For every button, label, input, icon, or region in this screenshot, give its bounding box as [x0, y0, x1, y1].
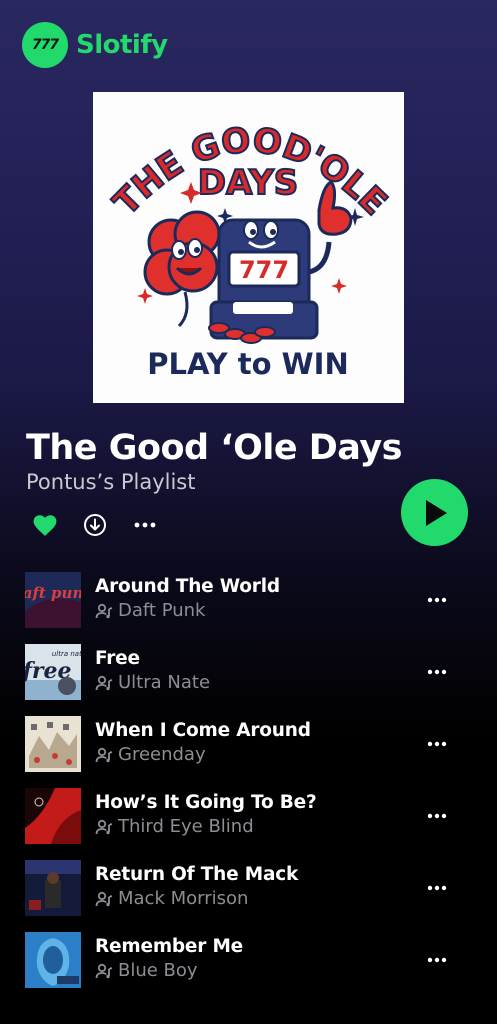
artist-icon: [95, 675, 113, 691]
cover-title-line2: DAYS: [198, 163, 298, 203]
download-icon: [84, 514, 106, 536]
artist-icon: [95, 891, 113, 907]
more-icon: [427, 957, 447, 963]
play-button[interactable]: [401, 479, 468, 546]
cover-illustration: THE GOOD'OLE DAYS 777 PLAY to WIN: [105, 119, 395, 381]
track-album-art: [25, 716, 81, 772]
cover-reels: 777: [239, 256, 289, 284]
cover-tagline: PLAY to WIN: [147, 347, 348, 381]
track-more-button[interactable]: [425, 594, 449, 606]
track-row[interactable]: free ultra naté Free Ultra Nate: [25, 644, 465, 716]
track-title: How’s It Going To Be?: [95, 792, 317, 813]
track-album-art: free ultra naté: [25, 644, 81, 700]
track-artist-row: Blue Boy: [95, 960, 243, 981]
album-art-text: daft punk: [25, 584, 81, 602]
track-artist[interactable]: Mack Morrison: [118, 888, 248, 909]
more-icon: [134, 522, 156, 528]
track-artist[interactable]: Greenday: [118, 744, 206, 765]
track-artist[interactable]: Blue Boy: [118, 960, 198, 981]
track-album-art: [25, 860, 81, 916]
track-album-art: daft punk: [25, 572, 81, 628]
track-more-button[interactable]: [425, 666, 449, 678]
track-more-button[interactable]: [425, 738, 449, 750]
track-album-art: [25, 932, 81, 988]
more-icon: [427, 741, 447, 747]
track-artist[interactable]: Ultra Nate: [118, 672, 210, 693]
more-icon: [427, 813, 447, 819]
track-more-button[interactable]: [425, 954, 449, 966]
track-artist-row: Third Eye Blind: [95, 816, 317, 837]
track-more-button[interactable]: [425, 882, 449, 894]
track-row[interactable]: daft punk Around The World Daft Punk: [25, 572, 465, 644]
album-art-subtext: ultra naté: [52, 650, 81, 658]
track-artist-row: Ultra Nate: [95, 672, 210, 693]
playlist-actions: [32, 512, 182, 538]
track-title: Free: [95, 648, 140, 669]
app-logo[interactable]: 777: [22, 22, 68, 68]
like-button[interactable]: [32, 512, 58, 538]
more-icon: [427, 669, 447, 675]
more-icon: [427, 885, 447, 891]
track-title: Return Of The Mack: [95, 864, 299, 885]
track-more-button[interactable]: [425, 810, 449, 822]
artist-icon: [95, 819, 113, 835]
track-artist-row: Daft Punk: [95, 600, 280, 621]
track-title: Remember Me: [95, 936, 244, 957]
playlist-title: The Good ‘Ole Days: [26, 428, 402, 468]
track-row[interactable]: How’s It Going To Be? Third Eye Blind: [25, 788, 465, 860]
track-title: Around The World: [95, 576, 280, 597]
track-list: daft punk Around The World Daft Punk fre…: [25, 572, 465, 1004]
download-button[interactable]: [82, 512, 108, 538]
track-row[interactable]: When I Come Around Greenday: [25, 716, 465, 788]
app-name: Slotify: [76, 30, 168, 60]
artist-icon: [95, 747, 113, 763]
app-header: 777 Slotify: [22, 22, 168, 68]
track-title: When I Come Around: [95, 720, 311, 741]
heart-icon: [33, 515, 57, 536]
more-icon: [427, 597, 447, 603]
track-album-art: [25, 788, 81, 844]
track-artist-row: Greenday: [95, 744, 311, 765]
artist-icon: [95, 603, 113, 619]
artist-icon: [95, 963, 113, 979]
track-artist-row: Mack Morrison: [95, 888, 298, 909]
playlist-owner[interactable]: Pontus’s Playlist: [26, 470, 196, 494]
track-row[interactable]: Return Of The Mack Mack Morrison: [25, 860, 465, 932]
track-row[interactable]: Remember Me Blue Boy: [25, 932, 465, 1004]
track-artist[interactable]: Daft Punk: [118, 600, 205, 621]
play-icon: [425, 499, 447, 526]
track-artist[interactable]: Third Eye Blind: [118, 816, 254, 837]
playlist-cover-art: THE GOOD'OLE DAYS 777 PLAY to WIN: [93, 92, 404, 403]
more-options-button[interactable]: [132, 512, 158, 538]
